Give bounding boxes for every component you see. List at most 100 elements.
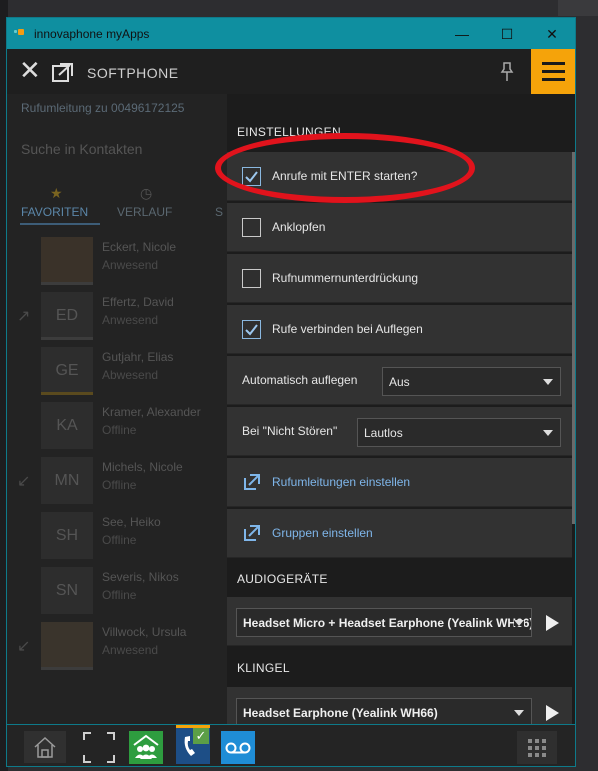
- window-close-button[interactable]: ✕: [537, 23, 567, 45]
- contact-name: Severis, Nikos: [102, 570, 179, 584]
- check-badge-icon: ✓: [193, 728, 209, 744]
- contact-row[interactable]: Eckert, Nicole Anwesend: [7, 233, 229, 288]
- contact-row[interactable]: ↗ ED Effertz, David Anwesend: [7, 288, 229, 343]
- auto-hangup-value: Aus: [389, 375, 410, 389]
- contact-name: Michels, Nicole: [102, 460, 183, 474]
- dnd-select[interactable]: Lautlos: [357, 418, 561, 447]
- contact-status: Anwesend: [102, 258, 159, 272]
- connect-on-hangup-checkbox[interactable]: [242, 320, 261, 339]
- chevron-down-icon: [514, 620, 524, 626]
- fullscreen-icon: [83, 732, 115, 763]
- auto-hangup-select[interactable]: Aus: [382, 367, 561, 396]
- contact-status: Offline: [102, 588, 137, 602]
- softphone-app-button[interactable]: ✓: [176, 725, 210, 764]
- audio-device-value: Headset Micro + Headset Earphone (Yealin…: [243, 616, 532, 630]
- setting-connect-on-hangup[interactable]: Rufe verbinden bei Auflegen: [227, 305, 572, 354]
- play-test-ring-icon[interactable]: [546, 705, 559, 721]
- hamburger-menu-button[interactable]: [531, 49, 575, 94]
- checkmark-icon: [245, 324, 258, 336]
- redirect-banner: Rufumleitung zu 00496172125: [21, 101, 185, 115]
- ring-device-select[interactable]: Headset Earphone (Yealink WH66): [236, 698, 532, 727]
- external-link-icon: [242, 523, 262, 543]
- contact-status: Offline: [102, 533, 137, 547]
- close-icon[interactable]: ✕: [19, 57, 41, 83]
- home-icon: [34, 736, 56, 758]
- contact-status: Anwesend: [102, 313, 159, 327]
- fullscreen-button[interactable]: [82, 731, 116, 764]
- contact-status: Abwesend: [102, 368, 159, 382]
- avatar: ED: [41, 292, 93, 339]
- chevron-down-icon: [514, 710, 524, 716]
- window-titlebar[interactable]: innovaphone myApps — ☐ ✕: [7, 18, 575, 49]
- settings-scrollbar[interactable]: [572, 152, 575, 524]
- contact-row[interactable]: SH See, Heiko Offline: [7, 508, 229, 563]
- contact-row[interactable]: SN Severis, Nikos Offline: [7, 563, 229, 618]
- avatar: MN: [41, 457, 93, 504]
- audio-section-title: AUDIOGERÄTE: [227, 559, 575, 597]
- hide-number-checkbox[interactable]: [242, 269, 261, 288]
- groups-icon: [133, 734, 159, 759]
- setting-call-waiting[interactable]: Anklopfen: [227, 203, 572, 252]
- auto-hangup-label: Automatisch auflegen: [242, 373, 358, 387]
- window-title: innovaphone myApps: [34, 27, 150, 41]
- menu-line-icon: [542, 70, 565, 73]
- app-name: SOFTPHONE: [87, 65, 179, 81]
- avatar: [41, 237, 93, 284]
- setting-auto-hangup: Automatisch auflegen Aus: [227, 356, 572, 405]
- setting-hide-number[interactable]: Rufnummernunterdrückung: [227, 254, 572, 303]
- contact-row[interactable]: ↙ Villwock, Ursula Anwesend: [7, 618, 229, 673]
- active-tab-underline: [20, 223, 100, 225]
- audio-device-select[interactable]: Headset Micro + Headset Earphone (Yealin…: [236, 608, 532, 637]
- presence-bar: [41, 392, 93, 395]
- chevron-down-icon: [543, 379, 553, 385]
- redirect-settings-link[interactable]: Rufumleitungen einstellen: [272, 475, 410, 489]
- voicemail-app-button[interactable]: [221, 731, 255, 764]
- highlight-oval: [215, 133, 475, 203]
- setting-redirect-link[interactable]: Rufumleitungen einstellen: [227, 458, 572, 507]
- pin-icon[interactable]: [498, 61, 516, 83]
- ring-section-title: KLINGEL: [227, 647, 575, 687]
- contact-name: See, Heiko: [102, 515, 161, 529]
- dnd-label: Bei "Nicht Stören": [242, 424, 338, 438]
- presence-bar: [41, 337, 93, 340]
- contact-row[interactable]: GE Gutjahr, Elias Abwesend: [7, 343, 229, 398]
- contact-row[interactable]: ↙ MN Michels, Nicole Offline: [7, 453, 229, 508]
- hide-number-label: Rufnummernunterdrückung: [272, 271, 419, 285]
- presence-bar: [41, 282, 93, 285]
- groups-app-button[interactable]: [129, 731, 163, 764]
- contact-name: Kramer, Alexander: [102, 405, 201, 419]
- contact-tabs: ★ ◷ FAVORITEN VERLAUF S: [7, 179, 229, 225]
- popout-icon[interactable]: [52, 62, 74, 82]
- home-button[interactable]: [24, 731, 66, 763]
- tab-third[interactable]: S: [215, 205, 223, 219]
- contact-search-placeholder: Suche in Kontakten: [21, 141, 143, 157]
- contact-name: Effertz, David: [102, 295, 174, 309]
- tab-favoriten[interactable]: FAVORITEN: [21, 205, 88, 219]
- play-test-audio-icon[interactable]: [546, 615, 559, 631]
- grid-icon: [528, 739, 546, 757]
- desktop-top-bar: [558, 0, 598, 16]
- avatar: GE: [41, 347, 93, 394]
- contact-status: Offline: [102, 478, 137, 492]
- avatar: [41, 622, 93, 669]
- maximize-button[interactable]: ☐: [492, 23, 522, 45]
- app-header: ✕ SOFTPHONE: [7, 49, 575, 94]
- history-icon: ◷: [140, 185, 153, 201]
- call-waiting-label: Anklopfen: [272, 220, 326, 234]
- groups-settings-link[interactable]: Gruppen einstellen: [272, 526, 373, 540]
- setting-groups-link[interactable]: Gruppen einstellen: [227, 509, 572, 558]
- presence-bar: [41, 667, 93, 670]
- tab-verlauf[interactable]: VERLAUF: [117, 205, 172, 219]
- chevron-down-icon: [543, 430, 553, 436]
- setting-dnd: Bei "Nicht Stören" Lautlos: [227, 407, 572, 456]
- voicemail-icon: [225, 742, 251, 754]
- contact-status: Anwesend: [102, 643, 159, 657]
- contact-name: Gutjahr, Elias: [102, 350, 174, 364]
- minimize-button[interactable]: —: [447, 23, 477, 45]
- call-waiting-checkbox[interactable]: [242, 218, 261, 237]
- audio-device-row: Headset Micro + Headset Earphone (Yealin…: [227, 597, 572, 646]
- contact-row[interactable]: KA Kramer, Alexander Offline: [7, 398, 229, 453]
- avatar: KA: [41, 402, 93, 449]
- connect-on-hangup-label: Rufe verbinden bei Auflegen: [272, 322, 423, 336]
- all-apps-button[interactable]: [517, 731, 557, 764]
